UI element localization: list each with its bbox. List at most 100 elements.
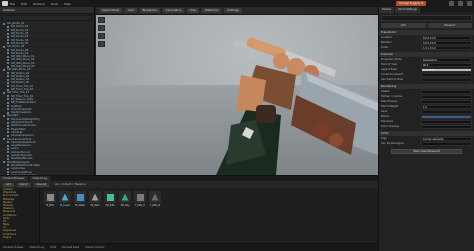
property-value-field[interactable] bbox=[421, 99, 472, 104]
property-value-field[interactable]: 1.0 1.0 1.0 bbox=[421, 45, 472, 50]
menu-item-edit[interactable]: Edit bbox=[21, 2, 27, 6]
actor-icon bbox=[7, 124, 9, 127]
asset-tile[interactable]: SM_Mag bbox=[119, 191, 131, 215]
asset-label: SM_Rifle bbox=[105, 204, 115, 207]
property-label: Hidden in Game bbox=[381, 95, 402, 98]
asset-tile[interactable]: T_Rifle_N bbox=[149, 191, 161, 215]
asset-tile[interactable]: MI_Paint bbox=[89, 191, 101, 215]
asset-icon bbox=[46, 193, 54, 201]
asset-label: MI_Metal bbox=[75, 204, 85, 207]
asset-tile[interactable]: MI_Metal bbox=[74, 191, 86, 215]
status-output-log[interactable]: Output Log bbox=[30, 246, 44, 249]
property-value-field[interactable]: 0 Array elements bbox=[421, 136, 472, 141]
actor-icon bbox=[3, 45, 5, 48]
property-value-field[interactable] bbox=[421, 89, 472, 94]
lit-mode-button[interactable] bbox=[98, 25, 105, 31]
asset-label: M_Scope bbox=[60, 204, 70, 207]
viewport-tools bbox=[98, 17, 105, 47]
maximize-icon[interactable] bbox=[458, 1, 463, 6]
property-value-field[interactable] bbox=[421, 141, 472, 146]
actor-icon bbox=[7, 78, 9, 81]
import-button[interactable]: Import bbox=[16, 182, 31, 187]
actor-icon bbox=[7, 98, 9, 101]
status-content-drawer[interactable]: Content Drawer bbox=[3, 246, 24, 249]
actor-icon bbox=[3, 138, 5, 141]
minimize-icon[interactable] bbox=[449, 1, 454, 6]
asset-tile[interactable]: T_Rifle_D bbox=[134, 191, 146, 215]
status-source-control[interactable]: Source Control bbox=[85, 246, 104, 249]
property-value-field[interactable]: 1.0 bbox=[421, 104, 472, 109]
property-label: Tags bbox=[381, 137, 387, 140]
property-label: Aspect Ratio bbox=[381, 68, 398, 71]
outliner-search-input[interactable] bbox=[2, 15, 92, 21]
asset-thumbnail bbox=[74, 191, 86, 203]
actor-icon bbox=[7, 144, 9, 147]
open-level-blueprint-button[interactable]: Open Level Blueprint bbox=[391, 149, 462, 154]
tab-content-browser[interactable]: Content Browser bbox=[0, 176, 28, 181]
menu-item-window[interactable]: Window bbox=[33, 2, 45, 6]
engine-logo-icon bbox=[2, 1, 8, 6]
property-value-field[interactable] bbox=[421, 114, 472, 119]
property-label: Bloom bbox=[381, 115, 390, 118]
property-value-field[interactable] bbox=[421, 109, 472, 114]
property-value-field[interactable]: Perspective bbox=[421, 57, 472, 62]
level-viewport[interactable] bbox=[96, 15, 378, 175]
property-value-field[interactable] bbox=[421, 124, 472, 129]
property-value-field[interactable]: 0.0 0.0 0.0 bbox=[421, 35, 472, 40]
property-row: Scale 1.0 1.0 1.0 bbox=[379, 45, 474, 50]
asset-icon bbox=[136, 193, 144, 201]
actor-icon bbox=[7, 171, 9, 173]
asset-icon bbox=[91, 193, 99, 201]
status-derived-data[interactable]: Derived Data bbox=[62, 246, 79, 249]
toolbar-cinematics-button[interactable]: Cinematics bbox=[162, 8, 185, 13]
content-toolbar: Add Import Save All All > Content > Weapons bbox=[0, 181, 378, 188]
toolbar-play-button[interactable]: Play bbox=[187, 8, 200, 13]
add-button[interactable]: Add bbox=[381, 23, 426, 28]
actor-icon bbox=[3, 22, 5, 25]
actor-icon bbox=[7, 39, 9, 42]
grid-snap-button[interactable] bbox=[98, 41, 105, 47]
actor-icon bbox=[3, 91, 5, 94]
show-flags-button[interactable] bbox=[98, 33, 105, 39]
menu-item-help[interactable]: Help bbox=[64, 2, 71, 6]
toolbar-blueprints-button[interactable]: Blueprints bbox=[139, 8, 160, 13]
property-value-field[interactable]: 0.0 0.0 0.0 bbox=[421, 40, 472, 45]
status-bar: Content Drawer Output Log Cmd Derived Data S… bbox=[0, 243, 378, 251]
asset-tile[interactable]: M_Rifle bbox=[44, 191, 56, 215]
asset-tile[interactable]: M_Scope bbox=[59, 191, 71, 215]
breadcrumb[interactable]: All > Content > Weapons bbox=[52, 183, 88, 187]
tab-world-settings[interactable]: World Settings bbox=[395, 7, 420, 13]
menu-item-tools[interactable]: Tools bbox=[51, 2, 58, 6]
folder-item[interactable]: Engine bbox=[0, 236, 39, 239]
property-value-field[interactable]: 1.777778 bbox=[421, 67, 472, 72]
property-value-field[interactable] bbox=[421, 77, 472, 82]
toolbar-add-button[interactable]: Add bbox=[125, 8, 137, 13]
asset-label: MI_Paint bbox=[90, 204, 100, 207]
details-search-input[interactable] bbox=[381, 15, 472, 21]
asset-tile[interactable]: SM_Rifle bbox=[104, 191, 116, 215]
tab-output-log[interactable]: Output Log bbox=[29, 176, 51, 181]
blueprint-button[interactable]: Blueprint bbox=[427, 23, 472, 28]
actor-icon bbox=[7, 134, 9, 137]
content-browser: Content Browser Output Log Add Import Save … bbox=[0, 175, 378, 244]
save-all-button[interactable]: Save All bbox=[33, 182, 50, 187]
actor-icon bbox=[7, 157, 9, 160]
viewport-scene bbox=[96, 37, 378, 175]
menu-item-file[interactable]: File bbox=[10, 2, 15, 6]
toolbar-settings-button[interactable]: Settings bbox=[224, 8, 242, 13]
property-value-field[interactable]: 90.0 bbox=[421, 62, 472, 67]
add-button[interactable]: Add bbox=[3, 182, 14, 187]
close-icon[interactable] bbox=[467, 1, 472, 6]
asset-thumbnail bbox=[104, 191, 116, 203]
asset-thumbnail bbox=[119, 191, 131, 203]
perspective-button[interactable] bbox=[98, 17, 105, 23]
toolbar-platforms-button[interactable]: Platforms bbox=[202, 8, 222, 13]
property-label: Visible bbox=[381, 90, 390, 93]
property-value-field[interactable] bbox=[421, 72, 472, 77]
status-cmd[interactable]: Cmd bbox=[50, 246, 56, 249]
property-value-field[interactable] bbox=[421, 119, 472, 124]
toolbar-select-mode-button[interactable]: Select Mode bbox=[99, 8, 123, 13]
property-value-field[interactable] bbox=[421, 94, 472, 99]
tab-details[interactable]: Details bbox=[379, 7, 394, 13]
actor-icon bbox=[7, 154, 9, 157]
